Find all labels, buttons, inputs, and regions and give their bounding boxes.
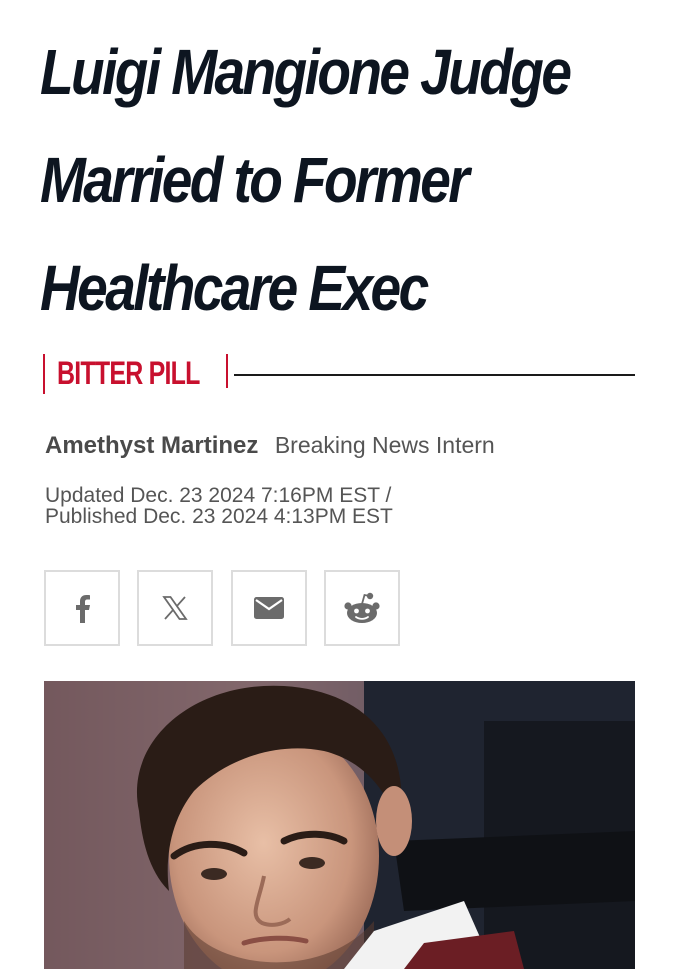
share-x-button[interactable] xyxy=(137,570,213,646)
kicker-left-divider xyxy=(43,354,45,394)
kicker-right-divider xyxy=(226,354,228,388)
published-timestamp: Published Dec. 23 2024 4:13PM EST xyxy=(45,505,393,528)
kicker-rule xyxy=(234,374,635,376)
author-role: Breaking News Intern xyxy=(274,432,495,458)
article-headline: Luigi Mangione Judge Married to Former H… xyxy=(40,18,642,342)
kicker-row: BITTER PILL xyxy=(43,350,635,394)
headline-line-1: Luigi Mangione Judge xyxy=(40,36,572,108)
byline: Amethyst Martinez Breaking News Intern xyxy=(45,432,495,460)
share-reddit-button[interactable] xyxy=(324,570,400,646)
article-dates: Updated Dec. 23 2024 7:16PM EST / Publis… xyxy=(45,484,393,528)
headline-line-3: Healthcare Exec xyxy=(40,252,429,324)
kicker-link[interactable]: BITTER PILL xyxy=(57,354,200,392)
share-email-button[interactable] xyxy=(231,570,307,646)
headline-line-2: Married to Former xyxy=(40,144,470,216)
updated-timestamp: Updated Dec. 23 2024 7:16PM EST / xyxy=(45,484,392,507)
share-facebook-button[interactable] xyxy=(44,570,120,646)
facebook-icon xyxy=(72,593,92,623)
reddit-icon xyxy=(343,591,381,625)
article-hero-image xyxy=(44,681,635,969)
x-icon xyxy=(162,595,188,621)
email-icon xyxy=(253,596,285,620)
author-link[interactable]: Amethyst Martinez xyxy=(45,432,258,459)
